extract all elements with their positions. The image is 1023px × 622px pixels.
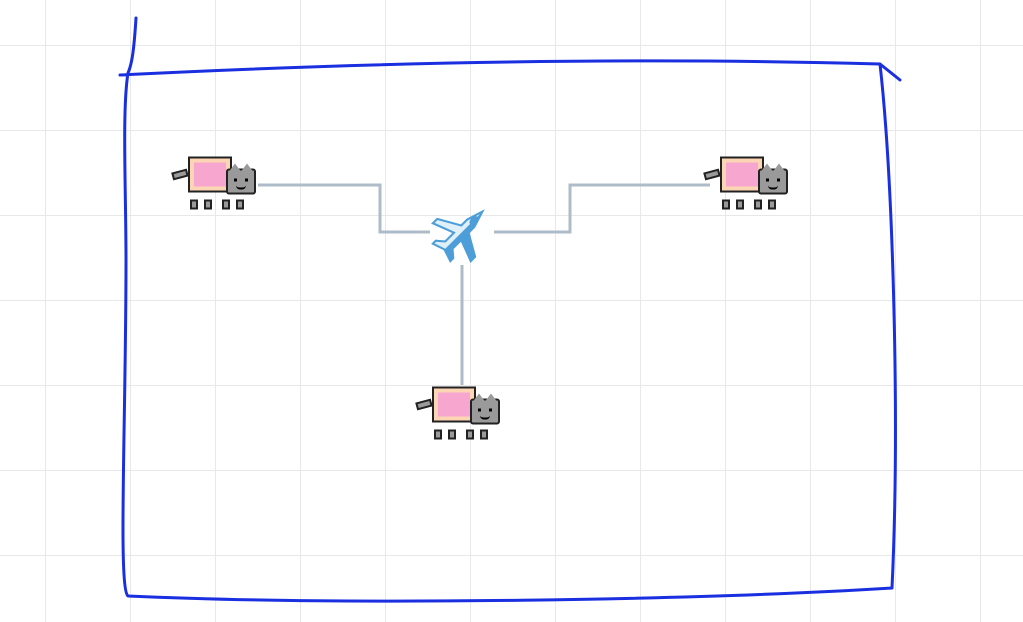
airplane-icon bbox=[429, 199, 495, 265]
selection-scribble bbox=[120, 18, 900, 601]
edge-center-right[interactable] bbox=[494, 185, 710, 232]
edge-center-left[interactable] bbox=[258, 185, 430, 232]
node-nyan-left[interactable] bbox=[178, 153, 258, 208]
node-nyan-bottom[interactable] bbox=[422, 383, 502, 438]
node-airplane[interactable] bbox=[429, 199, 495, 265]
diagram-canvas[interactable] bbox=[0, 0, 1023, 622]
node-nyan-right[interactable] bbox=[710, 153, 790, 208]
